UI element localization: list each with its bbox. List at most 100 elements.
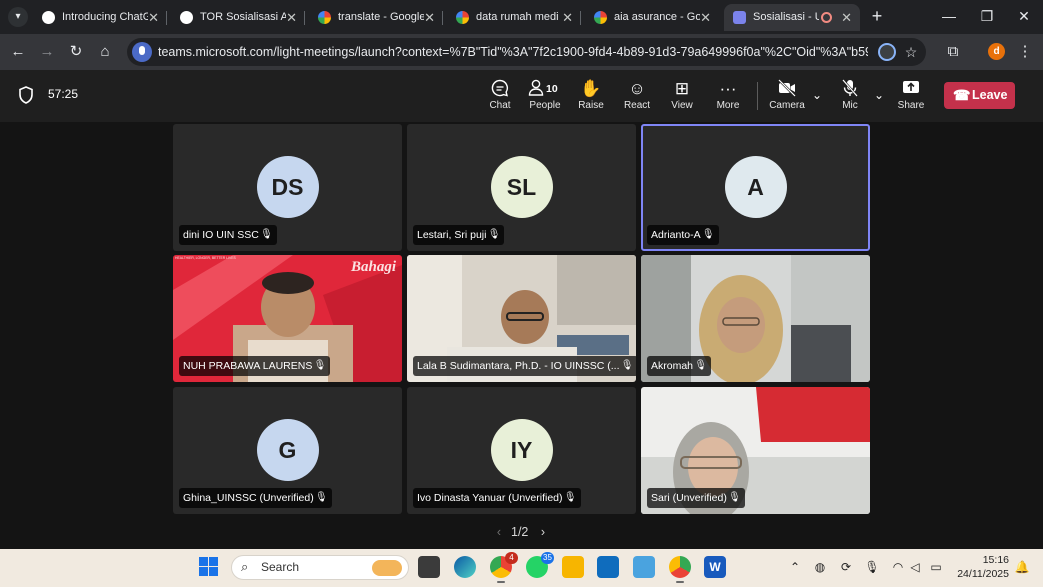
photos-icon[interactable] <box>633 556 655 578</box>
profile-avatar[interactable]: d <box>988 43 1005 60</box>
video-gallery: DS dini IO UIN SSC 🎙 SL Lestari, Sri puj… <box>0 122 1043 549</box>
next-page-chevron-icon[interactable]: › <box>537 522 549 542</box>
reload-icon[interactable]: ↻ <box>66 42 86 62</box>
search-placeholder: Search <box>261 560 300 574</box>
participant-name: Ivo Dinasta Yanuar (Unverified) <box>417 492 563 504</box>
participant-name-tag: Adrianto-A 🎙 <box>647 225 719 245</box>
close-tab-icon[interactable]: ✕ <box>148 4 159 31</box>
show-hidden-icons-chevron-icon[interactable]: ⌃ <box>787 558 803 576</box>
more-label: More <box>716 100 740 111</box>
participant-name-tag: Lestari, Sri puji 🎙 <box>413 225 505 245</box>
participant-video-tile[interactable]: Bahagi HEALTHIER, LONGER, BETTER LIVES N… <box>173 255 402 382</box>
participant-tile[interactable]: SL Lestari, Sri puji 🎙 <box>407 124 636 251</box>
extension-icon[interactable] <box>878 43 896 61</box>
mic-button[interactable]: Mic <box>828 78 872 118</box>
mic-options-chevron-icon[interactable]: ⌄ <box>874 88 884 102</box>
battery-icon[interactable]: ▭ <box>928 558 944 576</box>
raise-hand-icon: ✋ <box>580 79 602 98</box>
participant-tile[interactable]: DS dini IO UIN SSC 🎙 <box>173 124 402 251</box>
participant-avatar: SL <box>490 156 553 218</box>
browser-tab-1[interactable]: Introducing ChatG ✕ <box>33 4 165 31</box>
close-tab-icon[interactable]: ✕ <box>700 4 711 31</box>
restore-icon[interactable]: ❐ <box>975 6 999 26</box>
new-tab-button[interactable]: + <box>868 6 886 26</box>
google-icon <box>318 11 331 24</box>
tab-search-icon[interactable]: ▾ <box>8 7 28 27</box>
camera-button[interactable]: Camera <box>765 78 809 118</box>
security-icon[interactable]: ◍ <box>812 558 828 576</box>
address-bar[interactable]: teams.microsoft.com/light-meetings/launc… <box>127 38 926 66</box>
word-icon[interactable]: W <box>704 556 726 578</box>
share-label: Share <box>897 100 925 111</box>
system-clock[interactable]: 15:16 24/11/2025 <box>955 553 1009 581</box>
extensions-puzzle-icon[interactable]: ⧉ <box>943 42 963 62</box>
participant-video-tile[interactable]: Lala B Sudimantara, Ph.D. - IO UINSSC (.… <box>407 255 636 382</box>
close-window-icon[interactable]: ✕ <box>1012 6 1036 26</box>
back-icon[interactable]: ← <box>8 42 28 62</box>
participant-name: Lala B Sudimantara, Ph.D. - IO UINSSC (.… <box>417 360 620 372</box>
notification-bell-icon[interactable]: 🔔 <box>1014 558 1030 576</box>
participant-tile-speaking[interactable]: A Adrianto-A 🎙 <box>641 124 870 251</box>
share-screen-icon <box>889 78 933 100</box>
meeting-timer: 57:25 <box>48 87 79 101</box>
mic-icon: 🎙 <box>620 360 634 371</box>
tab-separator <box>166 11 167 25</box>
participant-video-tile[interactable]: Sari (Unverified) 🎙 <box>641 387 870 514</box>
search-highlight-icon <box>372 560 402 576</box>
chrome-icon[interactable]: 4 <box>490 552 518 583</box>
chat-button[interactable]: Chat <box>478 78 522 118</box>
microsoft-store-icon[interactable] <box>597 556 619 578</box>
leave-button[interactable]: ☎ Leave <box>944 82 1015 109</box>
page-indicator: 1/2 <box>511 525 529 539</box>
participant-tile[interactable]: G Ghina_UINSSC (Unverified) 🎙 <box>173 387 402 514</box>
url-text[interactable]: teams.microsoft.com/light-meetings/launc… <box>158 38 868 66</box>
volume-icon[interactable]: ◁ <box>907 558 923 576</box>
taskbar-search-box[interactable]: ⌕ Search <box>231 555 409 580</box>
participant-video-tile[interactable]: Akromah 🎙 <box>641 255 870 382</box>
browser-tab-4[interactable]: data rumah medi ✕ <box>447 4 579 31</box>
microphone-permission-icon[interactable] <box>132 42 152 62</box>
file-explorer-icon[interactable] <box>562 556 584 578</box>
clock-date: 24/11/2025 <box>957 568 1009 580</box>
chrome-profile-icon[interactable] <box>669 556 691 583</box>
browser-tab-6[interactable]: Sosialisasi - UI ✕ <box>724 4 860 31</box>
search-icon: ⌕ <box>241 559 249 574</box>
task-view-icon[interactable] <box>418 556 440 578</box>
previous-page-chevron-icon[interactable]: ‹ <box>493 522 505 542</box>
whatsapp-icon[interactable]: 35 <box>526 552 554 578</box>
participant-name-tag: Ivo Dinasta Yanuar (Unverified) 🎙 <box>413 488 581 508</box>
participant-tile[interactable]: IY Ivo Dinasta Yanuar (Unverified) 🎙 <box>407 387 636 514</box>
view-button[interactable]: ⊞ View <box>660 78 704 118</box>
edge-icon[interactable] <box>454 556 476 578</box>
react-button[interactable]: ☺ React <box>615 78 659 118</box>
browser-tab-5[interactable]: aia asurance - Goo ✕ <box>585 4 717 31</box>
windows-start-icon[interactable] <box>199 557 219 577</box>
camera-options-chevron-icon[interactable]: ⌄ <box>812 88 822 102</box>
raise-hand-button[interactable]: ✋ Raise <box>569 78 613 118</box>
more-button[interactable]: ··· More <box>706 78 750 118</box>
close-tab-icon[interactable]: ✕ <box>424 4 435 31</box>
people-button[interactable]: 10 People <box>523 78 567 118</box>
clock-time: 15:16 <box>982 554 1009 566</box>
sync-icon[interactable]: ⟳ <box>838 558 854 576</box>
wifi-icon[interactable]: ◠ <box>890 558 906 576</box>
menu-kebab-icon[interactable]: ⋮ <box>1015 42 1035 62</box>
grid-view-icon: ⊞ <box>674 79 690 98</box>
recording-icon <box>821 12 832 23</box>
notification-badge: 4 <box>505 552 518 564</box>
participant-name: Lestari, Sri puji <box>417 229 487 241</box>
toolbar-divider <box>757 82 758 110</box>
share-button[interactable]: Share <box>889 78 933 118</box>
backdrop-text: Bahagi <box>350 259 397 275</box>
close-tab-icon[interactable]: ✕ <box>562 4 573 31</box>
close-tab-icon[interactable]: ✕ <box>841 4 852 31</box>
forward-icon[interactable]: → <box>37 42 57 62</box>
home-icon[interactable]: ⌂ <box>95 42 115 62</box>
browser-tab-3[interactable]: translate - Google ✕ <box>309 4 441 31</box>
microphone-tray-icon[interactable]: 🎙 <box>864 558 880 576</box>
browser-tab-2[interactable]: TOR Sosialisasi As ✕ <box>171 4 303 31</box>
close-tab-icon[interactable]: ✕ <box>286 4 297 31</box>
participant-name-tag: Lala B Sudimantara, Ph.D. - IO UINSSC (.… <box>413 356 636 376</box>
bookmark-star-icon[interactable]: ☆ <box>901 38 921 66</box>
minimize-icon[interactable]: — <box>937 6 961 26</box>
